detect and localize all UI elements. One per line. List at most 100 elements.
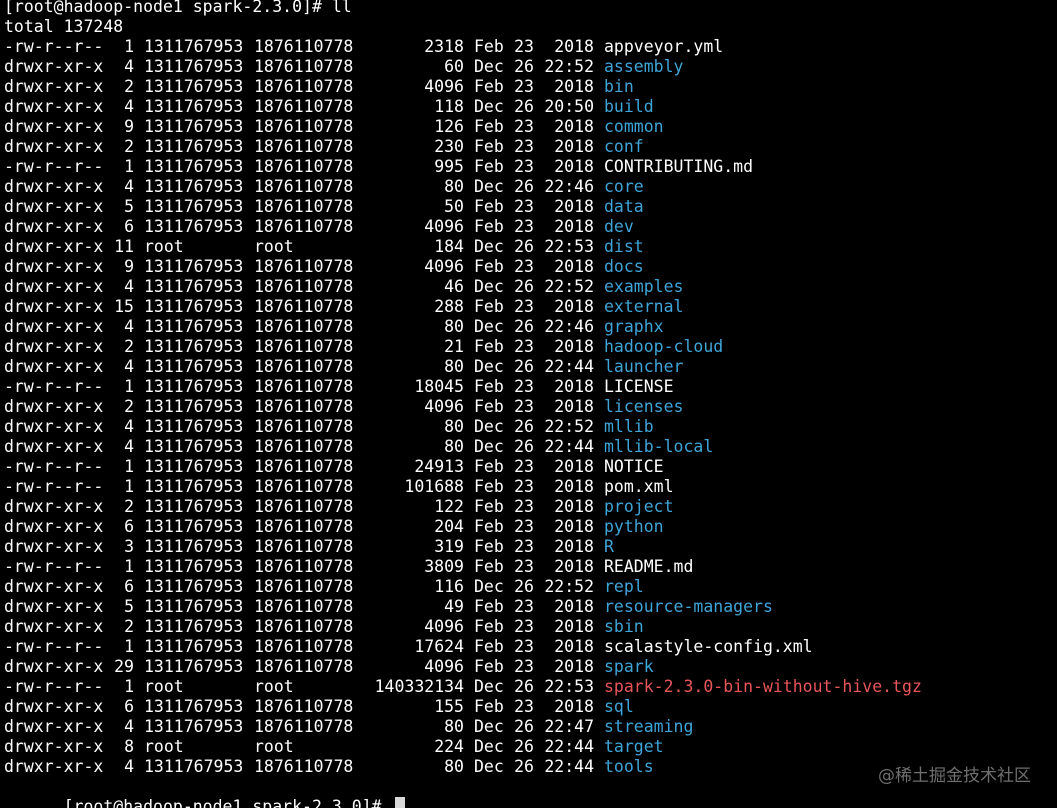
prompt-line[interactable]: [root@hadoop-node1 spark-2.3.0]# xyxy=(4,777,922,808)
entry-link-count: 6 xyxy=(124,217,134,236)
listing-row: drwxr-xr-x 4 1311767953 1876110778 80 Dec 26 22… xyxy=(4,757,922,777)
entry-name: repl xyxy=(604,577,644,596)
listing-row: drwxr-xr-x 5 1311767953 1876110778 50 Feb 23 20… xyxy=(4,197,922,217)
entry-link-count: 11 xyxy=(114,237,134,256)
entry-link-count: 2 xyxy=(124,137,134,156)
entry-size: 4096 xyxy=(424,257,464,276)
entry-permissions: drwxr-xr-x xyxy=(4,397,104,416)
entry-name: python xyxy=(604,517,664,536)
entry-day: 23 xyxy=(514,537,534,556)
entry-permissions: drwxr-xr-x xyxy=(4,417,104,436)
entry-permissions: drwxr-xr-x xyxy=(4,597,104,616)
entry-link-count: 4 xyxy=(124,57,134,76)
entry-time: 2018 xyxy=(554,377,594,396)
entry-size: 60 xyxy=(444,57,464,76)
entry-group: root xyxy=(254,737,294,756)
entry-day: 26 xyxy=(514,577,534,596)
entry-time: 2018 xyxy=(554,217,594,236)
terminal-output: [root@hadoop-node1 spark-2.3.0]# ll tota… xyxy=(4,0,922,808)
entry-permissions: -rw-r--r-- xyxy=(4,157,104,176)
entry-month: Feb xyxy=(474,697,504,716)
entry-day: 26 xyxy=(514,237,534,256)
entry-link-count: 4 xyxy=(124,717,134,736)
entry-time: 2018 xyxy=(554,457,594,476)
entry-owner: 1311767953 xyxy=(144,377,244,396)
entry-permissions: drwxr-xr-x xyxy=(4,537,104,556)
entry-owner: 1311767953 xyxy=(144,557,244,576)
entry-owner: 1311767953 xyxy=(144,637,244,656)
entry-name: examples xyxy=(604,277,684,296)
entry-time: 2018 xyxy=(554,537,594,556)
entry-link-count: 29 xyxy=(114,657,134,676)
entry-name: R xyxy=(604,537,614,556)
entry-month: Feb xyxy=(474,37,504,56)
entry-permissions: drwxr-xr-x xyxy=(4,77,104,96)
entry-time: 2018 xyxy=(554,77,594,96)
entry-size: 18045 xyxy=(414,377,464,396)
entry-name: sbin xyxy=(604,617,644,636)
entry-day: 26 xyxy=(514,57,534,76)
entry-link-count: 1 xyxy=(124,477,134,496)
entry-month: Feb xyxy=(474,377,504,396)
entry-day: 23 xyxy=(514,377,534,396)
entry-day: 26 xyxy=(514,757,534,776)
entry-month: Feb xyxy=(474,217,504,236)
entry-group: 1876110778 xyxy=(254,597,354,616)
entry-month: Dec xyxy=(474,57,504,76)
listing-row: drwxr-xr-x 4 1311767953 1876110778 80 Dec 26 22… xyxy=(4,317,922,337)
entry-group: 1876110778 xyxy=(254,617,354,636)
terminal-window[interactable]: [root@hadoop-node1 spark-2.3.0]# ll tota… xyxy=(0,0,1057,808)
total-line: total 137248 xyxy=(4,17,124,36)
entry-group: 1876110778 xyxy=(254,757,354,776)
entry-size: 24913 xyxy=(414,457,464,476)
entry-owner: 1311767953 xyxy=(144,137,244,156)
entry-month: Feb xyxy=(474,137,504,156)
entry-day: 23 xyxy=(514,217,534,236)
entry-group: 1876110778 xyxy=(254,37,354,56)
listing-row: -rw-r--r-- 1 root root 140332134 Dec 26 22:53 sp… xyxy=(4,677,922,697)
watermark: @稀土掘金技术社区 xyxy=(878,766,1031,786)
listing-row: drwxr-xr-x 11 root root 184 Dec 26 22:53 dist xyxy=(4,237,922,257)
entry-day: 26 xyxy=(514,417,534,436)
entry-size: 4096 xyxy=(424,77,464,96)
entry-size: 80 xyxy=(444,417,464,436)
entry-name: hadoop-cloud xyxy=(604,337,724,356)
listing-row: drwxr-xr-x 15 1311767953 1876110778 288 Feb 23… xyxy=(4,297,922,317)
entry-time: 2018 xyxy=(554,297,594,316)
listing-row: drwxr-xr-x 4 1311767953 1876110778 80 Dec 26 22… xyxy=(4,177,922,197)
entry-permissions: -rw-r--r-- xyxy=(4,377,104,396)
entry-link-count: 5 xyxy=(124,597,134,616)
entry-month: Feb xyxy=(474,537,504,556)
entry-owner: 1311767953 xyxy=(144,337,244,356)
listing-row: drwxr-xr-x 2 1311767953 1876110778 122 Feb 23 2… xyxy=(4,497,922,517)
entry-day: 26 xyxy=(514,717,534,736)
entry-permissions: drwxr-xr-x xyxy=(4,757,104,776)
listing-row: -rw-r--r-- 1 1311767953 1876110778 17624 Feb 2… xyxy=(4,637,922,657)
listing-row: drwxr-xr-x 2 1311767953 1876110778 4096 Feb 23… xyxy=(4,77,922,97)
entry-day: 23 xyxy=(514,497,534,516)
listing-row: -rw-r--r-- 1 1311767953 1876110778 2318 Feb 23… xyxy=(4,37,922,57)
entry-day: 26 xyxy=(514,277,534,296)
entry-owner: 1311767953 xyxy=(144,477,244,496)
listing-row: drwxr-xr-x 4 1311767953 1876110778 80 Dec 26 22… xyxy=(4,717,922,737)
entry-month: Feb xyxy=(474,197,504,216)
entry-month: Dec xyxy=(474,737,504,756)
entry-day: 23 xyxy=(514,657,534,676)
entry-day: 23 xyxy=(514,637,534,656)
listing-row: -rw-r--r-- 1 1311767953 1876110778 24913 Feb 2… xyxy=(4,457,922,477)
entry-owner: 1311767953 xyxy=(144,757,244,776)
entry-owner: 1311767953 xyxy=(144,517,244,536)
entry-owner: 1311767953 xyxy=(144,57,244,76)
entry-month: Feb xyxy=(474,617,504,636)
entry-link-count: 9 xyxy=(124,117,134,136)
entry-link-count: 3 xyxy=(124,537,134,556)
listing-row: drwxr-xr-x 3 1311767953 1876110778 319 Feb 23 2… xyxy=(4,537,922,557)
entry-owner: 1311767953 xyxy=(144,317,244,336)
entry-time: 2018 xyxy=(554,697,594,716)
entry-owner: 1311767953 xyxy=(144,37,244,56)
listing-row: -rw-r--r-- 1 1311767953 1876110778 995 Feb 23 2… xyxy=(4,157,922,177)
entry-permissions: drwxr-xr-x xyxy=(4,517,104,536)
entry-time: 22:52 xyxy=(544,277,594,296)
entry-day: 23 xyxy=(514,37,534,56)
entry-link-count: 2 xyxy=(124,77,134,96)
